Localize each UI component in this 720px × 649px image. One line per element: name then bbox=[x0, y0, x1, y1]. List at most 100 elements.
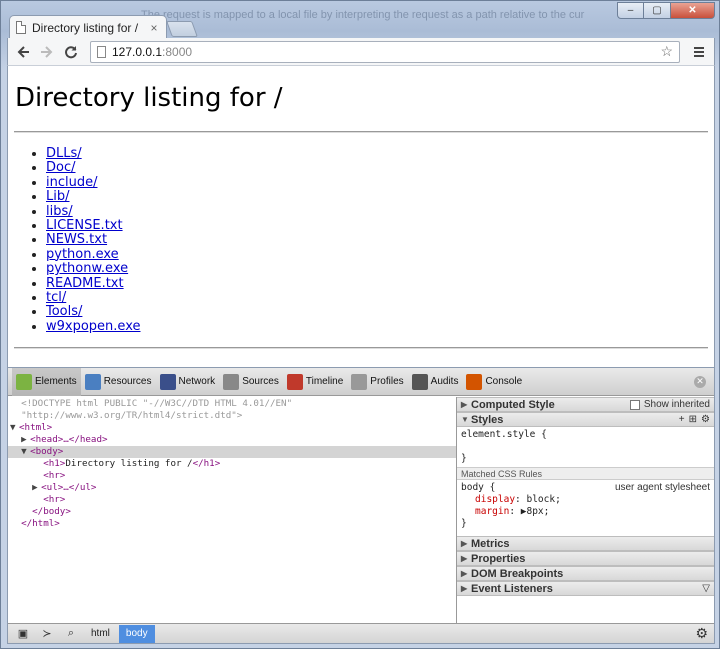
forward-arrow-icon bbox=[41, 45, 53, 58]
maximize-button[interactable]: ▢ bbox=[644, 2, 671, 19]
tab-elements[interactable]: Elements bbox=[12, 367, 81, 396]
dom-node-body-close[interactable]: </body> bbox=[8, 506, 456, 518]
browser-toolbar: 127.0.0.1:8000 ☆ bbox=[7, 38, 715, 65]
network-icon bbox=[159, 373, 176, 390]
tab-label: Sources bbox=[242, 376, 279, 387]
expand-triangle-icon: ▶ bbox=[461, 400, 468, 409]
dom-node-head[interactable]: ▶ <head>…</head> bbox=[8, 434, 456, 446]
tab-label: Console bbox=[485, 376, 523, 387]
page-content: Directory listing for / DLLs/Doc/include… bbox=[7, 65, 715, 368]
forward-button[interactable] bbox=[36, 41, 58, 63]
directory-entry-link[interactable]: libs/ bbox=[46, 204, 73, 219]
tab-timeline[interactable]: Timeline bbox=[283, 368, 347, 396]
settings-gear-icon[interactable]: ⚙ bbox=[701, 414, 710, 425]
element-state-icon[interactable]: ⊞ bbox=[689, 414, 697, 425]
timeline-icon bbox=[286, 373, 303, 390]
event-listeners-pane[interactable]: ▶ Event Listeners ▽ bbox=[457, 581, 714, 596]
background-window-text: The request is mapped to a local file by… bbox=[141, 9, 585, 21]
tab-network[interactable]: Network bbox=[156, 368, 220, 396]
close-window-button[interactable]: ✕ bbox=[671, 2, 715, 19]
tab-console[interactable]: Console bbox=[462, 368, 526, 396]
search-icon[interactable]: ⌕ bbox=[60, 625, 82, 643]
properties-pane[interactable]: ▶ Properties bbox=[457, 551, 714, 566]
dom-node-doctype-cont[interactable]: "http://www.w3.org/TR/html4/strict.dtd"> bbox=[8, 410, 456, 422]
list-item: Doc/ bbox=[46, 161, 714, 175]
dom-node-ul[interactable]: ▶ <ul>…</ul> bbox=[8, 482, 456, 494]
back-button[interactable] bbox=[12, 41, 34, 63]
metrics-pane[interactable]: ▶ Metrics bbox=[457, 536, 714, 551]
list-item: NEWS.txt bbox=[46, 233, 714, 247]
list-item: Lib/ bbox=[46, 189, 714, 204]
directory-entry-link[interactable]: tcl/ bbox=[46, 290, 66, 305]
directory-entry-link[interactable]: w9xpopen.exe bbox=[46, 319, 141, 334]
dom-node-hr[interactable]: <hr> bbox=[8, 470, 456, 482]
tab-label: Network bbox=[178, 376, 216, 387]
list-item: Tools/ bbox=[46, 305, 714, 319]
dom-node-doctype[interactable]: <!DOCTYPE html PUBLIC "-//W3C//DTD HTML … bbox=[8, 398, 456, 410]
breadcrumb-body[interactable]: body bbox=[118, 624, 155, 643]
devtools-status-bar: ▣ ≻ ⌕ html body ⚙ bbox=[8, 623, 714, 643]
directory-entry-link[interactable]: Tools/ bbox=[46, 304, 82, 319]
expand-triangle-icon: ▶ bbox=[461, 569, 468, 578]
styles-pane[interactable]: ▼ Styles + ⊞ ⚙ bbox=[457, 412, 714, 427]
menu-button[interactable] bbox=[688, 41, 710, 63]
tab-sources[interactable]: Sources bbox=[219, 368, 283, 396]
list-item: LICENSE.txt bbox=[46, 218, 714, 233]
divider bbox=[14, 347, 708, 350]
dom-node-html-close[interactable]: </html> bbox=[8, 518, 456, 530]
page-icon bbox=[16, 21, 26, 34]
sources-icon bbox=[223, 373, 240, 390]
browser-window: The request is mapped to a local file by… bbox=[0, 0, 720, 649]
minimize-button[interactable]: – bbox=[617, 2, 644, 19]
show-inherited-checkbox[interactable] bbox=[629, 399, 640, 410]
dom-node-body[interactable]: ▼ <body> bbox=[8, 446, 456, 458]
directory-entry-link[interactable]: Doc/ bbox=[46, 160, 76, 175]
directory-entry-link[interactable]: NEWS.txt bbox=[46, 232, 107, 247]
resources-icon bbox=[84, 373, 101, 390]
dom-node-hr[interactable]: <hr> bbox=[8, 494, 456, 506]
directory-entry-link[interactable]: Lib/ bbox=[46, 189, 70, 204]
directory-entry-link[interactable]: README.txt bbox=[46, 276, 124, 291]
directory-entry-link[interactable]: DLLs/ bbox=[46, 146, 82, 161]
address-bar[interactable]: 127.0.0.1:8000 ☆ bbox=[90, 40, 680, 63]
list-item: w9xpopen.exe bbox=[46, 319, 714, 334]
directory-entry-link[interactable]: python.exe bbox=[46, 247, 119, 262]
breadcrumb-html[interactable]: html bbox=[84, 625, 117, 643]
dom-tree: <!DOCTYPE html PUBLIC "-//W3C//DTD HTML … bbox=[8, 397, 457, 623]
tab-resources[interactable]: Resources bbox=[81, 368, 156, 396]
expand-triangle-icon: ▶ bbox=[461, 554, 468, 563]
browser-tab[interactable]: Directory listing for / × bbox=[9, 15, 167, 39]
element-style-block[interactable]: element.style { } bbox=[457, 427, 714, 467]
tab-title: Directory listing for / bbox=[32, 20, 139, 35]
audits-icon bbox=[411, 373, 428, 390]
body-rule-block[interactable]: body {user agent stylesheet display: blo… bbox=[457, 480, 714, 532]
tab-profiles[interactable]: Profiles bbox=[347, 368, 407, 396]
tab-label: Elements bbox=[35, 376, 77, 387]
user-agent-stylesheet-label: user agent stylesheet bbox=[614, 482, 710, 493]
bookmark-star-icon[interactable]: ☆ bbox=[660, 43, 673, 60]
show-inherited-toggle[interactable]: Show inherited bbox=[629, 399, 710, 410]
console-drawer-icon[interactable]: ≻ bbox=[36, 625, 58, 643]
reload-icon bbox=[65, 45, 77, 58]
dock-icon[interactable]: ▣ bbox=[12, 625, 34, 643]
dom-node-html[interactable]: ▼ <html> bbox=[8, 422, 456, 434]
computed-style-pane[interactable]: ▶ Computed Style Show inherited bbox=[457, 397, 714, 412]
reload-button[interactable] bbox=[60, 41, 82, 63]
add-rule-icon[interactable]: + bbox=[679, 414, 685, 425]
directory-entry-link[interactable]: pythonw.exe bbox=[46, 261, 128, 276]
filter-icon[interactable]: ▽ bbox=[702, 583, 710, 594]
new-tab-button[interactable] bbox=[166, 21, 198, 37]
tab-label: Audits bbox=[430, 376, 459, 387]
close-devtools-icon[interactable]: ✕ bbox=[694, 375, 706, 388]
list-item: README.txt bbox=[46, 276, 714, 291]
tab-label: Resources bbox=[103, 376, 152, 387]
close-tab-icon[interactable]: × bbox=[148, 21, 160, 35]
directory-entry-link[interactable]: include/ bbox=[46, 175, 97, 190]
dom-breakpoints-pane[interactable]: ▶ DOM Breakpoints bbox=[457, 566, 714, 581]
settings-gear-icon[interactable]: ⚙ bbox=[695, 625, 708, 642]
tab-audits[interactable]: Audits bbox=[408, 368, 463, 396]
dom-node-h1[interactable]: <h1>Directory listing for /</h1> bbox=[8, 458, 456, 470]
elements-icon bbox=[16, 373, 32, 390]
url-text: 127.0.0.1:8000 bbox=[112, 44, 193, 59]
directory-entry-link[interactable]: LICENSE.txt bbox=[46, 218, 123, 233]
